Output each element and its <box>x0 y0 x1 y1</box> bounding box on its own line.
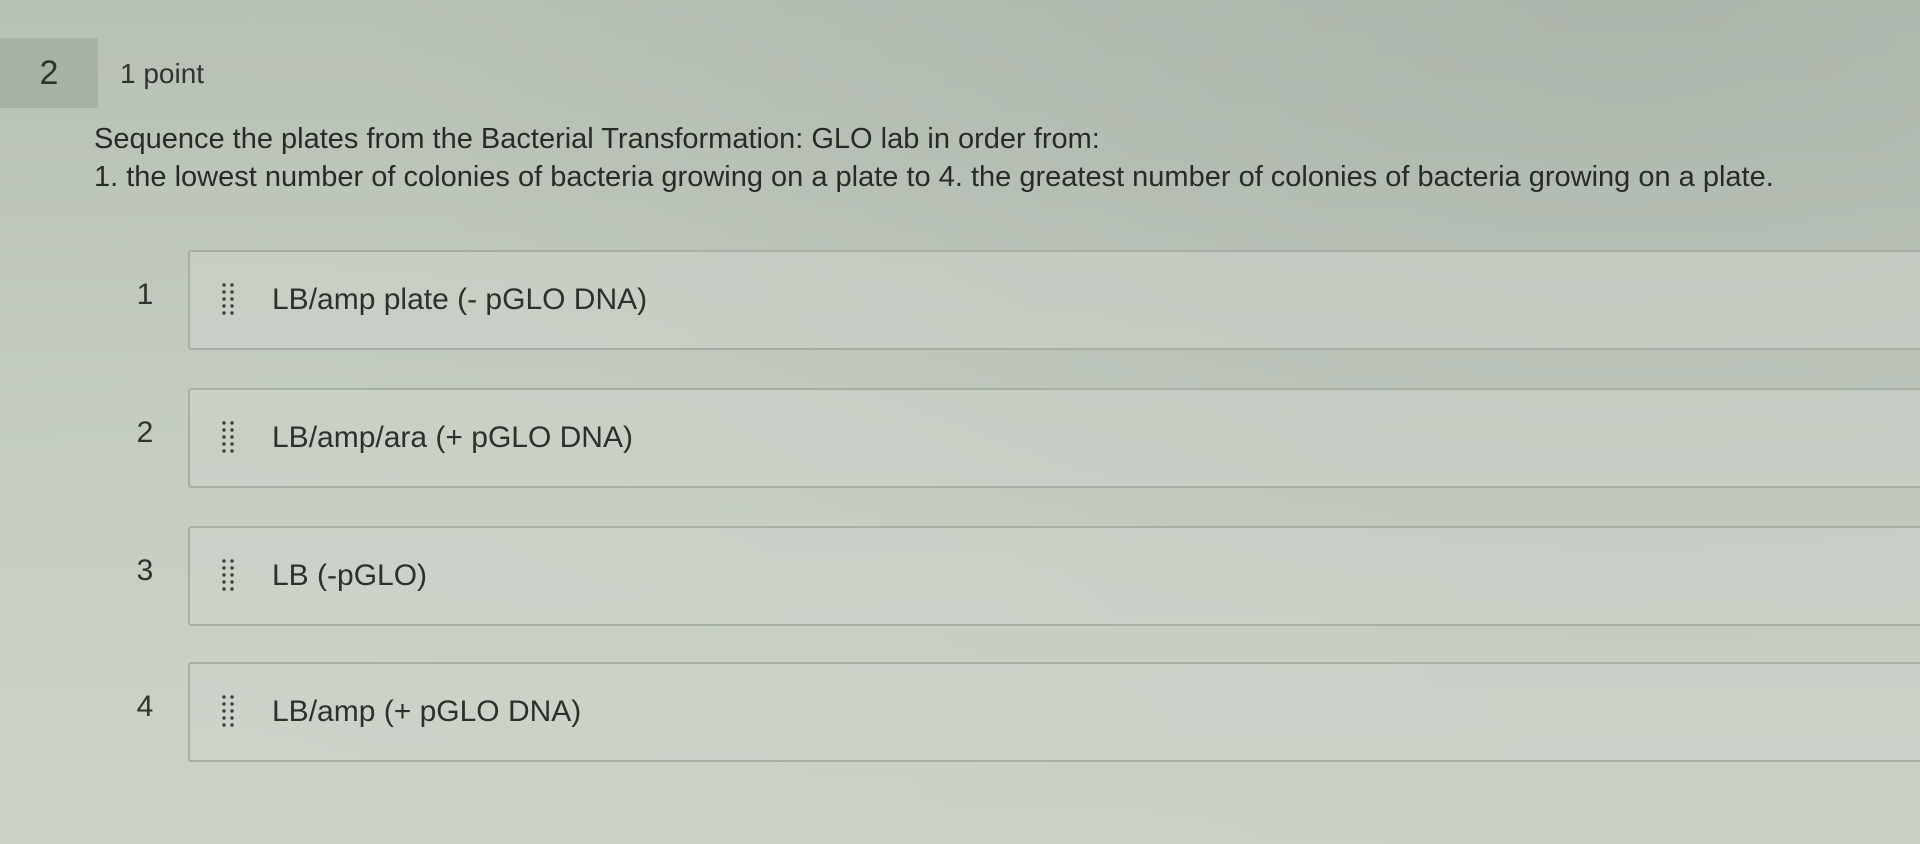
ordering-position: 4 <box>136 690 154 723</box>
draggable-answer-card[interactable]: LB (-pGLO) <box>188 526 1920 626</box>
ordering-item: 2 LB/amp/ara (+ pGLO DNA) <box>96 388 1920 488</box>
drag-handle-icon[interactable] <box>218 692 238 732</box>
drag-handle-icon[interactable] <box>218 556 238 596</box>
ordering-position: 3 <box>136 554 154 587</box>
ordering-item: 1 LB/amp plate (- pGLO DNA) <box>96 250 1920 350</box>
question-points: 1 point <box>120 58 205 89</box>
drag-handle-icon[interactable] <box>218 280 238 320</box>
question-prompt: Sequence the plates from the Bacterial T… <box>94 120 1894 196</box>
answer-label: LB (-pGLO) <box>272 559 428 592</box>
question-number: 2 <box>0 38 98 108</box>
ordering-position: 2 <box>136 416 154 449</box>
ordering-item: 3 LB (-pGLO) <box>96 526 1920 626</box>
prompt-line-2: 1. the lowest number of colonies of bact… <box>94 161 1774 193</box>
answer-label: LB/amp plate (- pGLO DNA) <box>272 283 648 316</box>
draggable-answer-card[interactable]: LB/amp plate (- pGLO DNA) <box>188 250 1920 350</box>
draggable-answer-card[interactable]: LB/amp/ara (+ pGLO DNA) <box>188 388 1920 488</box>
drag-handle-icon[interactable] <box>218 418 238 458</box>
answer-label: LB/amp (+ pGLO DNA) <box>272 695 582 728</box>
question-number-text: 2 <box>39 53 59 92</box>
ordering-position: 1 <box>136 278 154 311</box>
prompt-line-1: Sequence the plates from the Bacterial T… <box>94 123 1100 155</box>
ordering-item: 4 LB/amp (+ pGLO DNA) <box>96 662 1920 762</box>
answer-label: LB/amp/ara (+ pGLO DNA) <box>272 421 633 454</box>
draggable-answer-card[interactable]: LB/amp (+ pGLO DNA) <box>188 662 1920 762</box>
